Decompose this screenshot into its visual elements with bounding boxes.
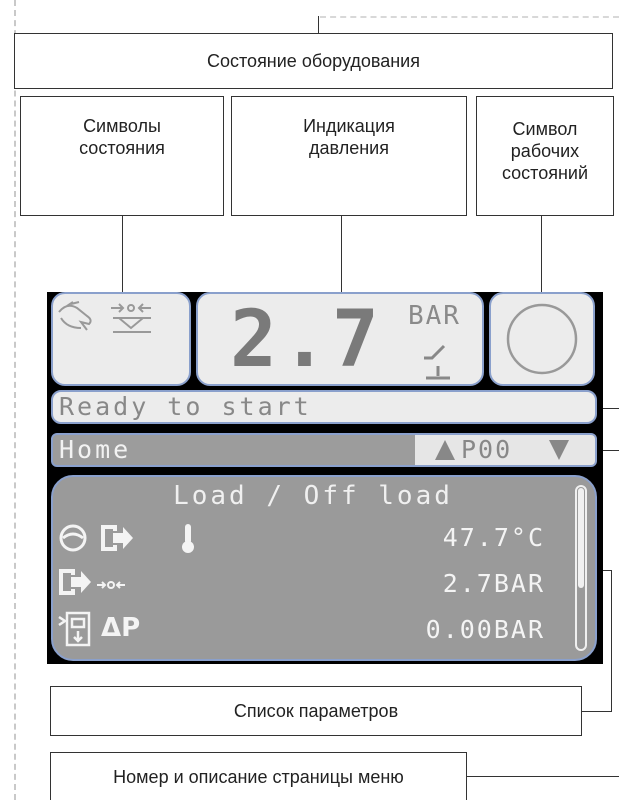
page-indicator: P00 (415, 435, 595, 465)
top-dashed-guide (320, 16, 619, 18)
connector-line (467, 776, 619, 777)
menu-title: Home (59, 435, 132, 464)
menu-page-label: Номер и описание страницы меню (50, 752, 467, 800)
param-value-1: 47.7°C (442, 523, 545, 552)
connector-line (318, 16, 319, 33)
connector-line (122, 216, 123, 294)
pressure-indication-label: Индикация давления (231, 96, 467, 216)
scrollbar-thumb[interactable] (578, 488, 584, 588)
pressure-tile: 2.7 BAR (196, 292, 484, 386)
equipment-state-label: Состояние оборудования (14, 33, 613, 89)
filter-icon (58, 611, 91, 647)
pressure-switch-icon (424, 344, 450, 380)
status-text: Ready to start (59, 392, 312, 421)
connector-line (582, 711, 612, 712)
outlet-pressure-icons (59, 569, 125, 595)
menu-bar: Home P00 (51, 433, 597, 467)
scrollbar[interactable] (575, 485, 587, 651)
status-symbols-label: Символы состояния (20, 96, 224, 216)
operating-state-ring-icon (506, 303, 578, 375)
operating-state-tile (489, 292, 595, 386)
parameter-panel: Load / Off load 47.7°C 2.7BAR ΔP 0.00BAR (51, 475, 597, 661)
motor-row-icons (59, 524, 194, 553)
arrow-up-icon[interactable] (433, 438, 457, 462)
connector-line (541, 216, 542, 294)
param-value-2: 2.7BAR (442, 569, 545, 598)
page-code: P00 (461, 435, 513, 464)
connector-line (341, 216, 342, 294)
controller-display: 2.7 BAR Ready to start Home P00 Load / O… (47, 292, 603, 664)
status-text-bar: Ready to start (51, 390, 597, 424)
connector-line (611, 570, 612, 712)
delta-p-label: ΔP (101, 613, 141, 643)
status-symbols-tile (51, 292, 191, 386)
pressure-unit: BAR (408, 301, 461, 331)
operating-states-symbol-label: Символ рабочих состояний (476, 96, 614, 216)
panel-title: Load / Off load (173, 481, 453, 511)
thermometer-icon (182, 524, 194, 553)
param-value-3: 0.00BAR (425, 615, 545, 644)
valve-icon (111, 303, 151, 333)
parameter-list-label: Список параметров (50, 686, 582, 736)
left-dashed-guide (14, 0, 16, 800)
arrow-down-icon[interactable] (547, 438, 571, 462)
outlet-icon (101, 525, 133, 551)
pressure-value: 2.7 (230, 295, 383, 385)
